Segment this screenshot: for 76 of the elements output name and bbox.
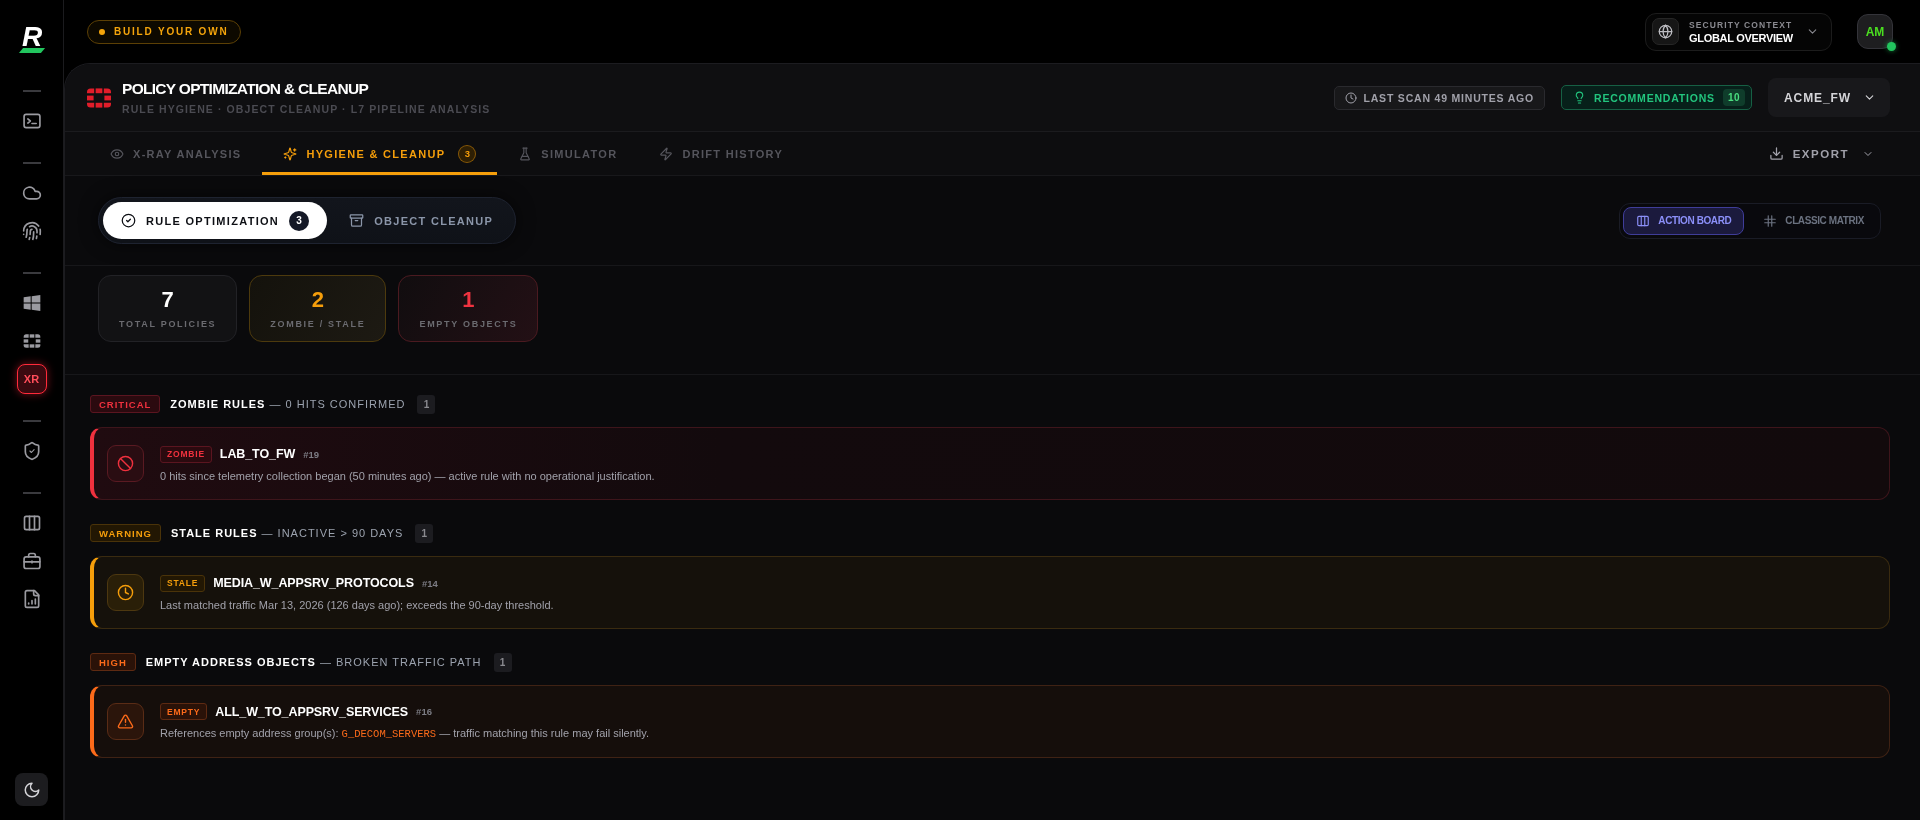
theme-toggle-button[interactable] xyxy=(15,773,48,806)
four-panes-icon xyxy=(21,293,42,313)
stat-value: 7 xyxy=(161,288,174,311)
dot-icon xyxy=(99,28,105,35)
section-count: 1 xyxy=(417,394,436,414)
flask-icon xyxy=(518,146,533,161)
nav-item[interactable]: XR xyxy=(16,364,47,394)
stat-label: EMPTY OBJECTS xyxy=(419,318,518,329)
stat-value: 1 xyxy=(462,288,475,311)
ban-icon xyxy=(107,445,144,482)
view-option[interactable]: ACTION BOARD xyxy=(1623,206,1745,235)
tab[interactable]: HYGIENE & CLEANUP 3 xyxy=(262,132,498,175)
eye-icon xyxy=(110,146,124,161)
circle-check-icon xyxy=(121,213,136,228)
severity-badge: CRITICAL xyxy=(90,395,161,413)
archive-box-icon xyxy=(349,213,365,228)
finding-description: Last matched traffic Mar 13, 2026 (126 days ago); exceeds the 90-day threshold. xyxy=(160,598,554,611)
columns-icon xyxy=(1636,213,1651,228)
lightbulb-icon xyxy=(1573,91,1586,104)
rule-name: LAB_TO_FW xyxy=(219,447,296,461)
section-title: ZOMBIE RULES — 0 HITS CONFIRMED xyxy=(170,398,406,410)
user-avatar[interactable]: AM xyxy=(1857,14,1893,49)
recommendations-button[interactable]: RECOMMENDATIONS 10 xyxy=(1561,85,1753,110)
brand-logo: R xyxy=(14,26,49,53)
briefcase-icon xyxy=(21,551,42,571)
hash-icon xyxy=(1763,213,1778,228)
section-count: 1 xyxy=(415,523,434,543)
recommendations-count: 10 xyxy=(1722,89,1746,106)
brick-grid-icon xyxy=(87,87,111,108)
terminal-icon xyxy=(21,111,42,131)
section-count: 1 xyxy=(493,652,512,672)
context-value: GLOBAL OVERVIEW xyxy=(1689,31,1793,44)
download-icon xyxy=(1768,146,1784,161)
lightning-icon xyxy=(659,146,674,161)
fingerprint-icon xyxy=(21,221,42,241)
globe-icon xyxy=(1652,18,1679,45)
rule-tag: STALE xyxy=(160,574,206,592)
build-your-own-button[interactable]: BUILD YOUR OWN xyxy=(87,19,242,44)
rule-number: #14 xyxy=(421,577,438,589)
mode-option[interactable]: RULE OPTIMIZATION 3 xyxy=(103,202,328,239)
finding-card[interactable]: ZOMBIE LAB_TO_FW #19 0 hits since telemetry collection began (50 minutes ago) — active rule with no operational justification. xyxy=(90,427,1890,500)
sparkles-icon xyxy=(283,146,298,161)
last-scan-text: LAST SCAN 49 MINUTES AGO xyxy=(1363,91,1534,104)
mode-count: 3 xyxy=(289,210,310,231)
page-subtitle: RULE HYGIENE · OBJECT CLEANUP · L7 PIPELINE ANALYSIS xyxy=(122,103,491,115)
columns-icon xyxy=(21,513,42,533)
cloud-icon xyxy=(21,183,42,203)
page-title: POLICY OPTIMIZATION & CLEANUP xyxy=(122,80,370,98)
finding-description: 0 hits since telemetry collection began (50 minutes ago) — active rule with no operational justification. xyxy=(160,469,655,482)
section-title: EMPTY ADDRESS OBJECTS — BROKEN TRAFFIC PATH xyxy=(145,656,482,668)
stat-value: 2 xyxy=(311,288,324,311)
tab-count: 3 xyxy=(458,144,477,163)
rule-number: #19 xyxy=(303,448,319,460)
context-label: SECURITY CONTEXT xyxy=(1689,19,1793,30)
moon-icon xyxy=(22,780,41,799)
clock-icon xyxy=(107,574,144,611)
severity-badge: WARNING xyxy=(90,524,161,542)
finding-description: References empty address group(s): G_DECOM_SERVERS — traffic matching this rule may fail silently. xyxy=(160,727,650,740)
rule-tag: ZOMBIE xyxy=(160,445,212,463)
device-selector[interactable]: ACME_FW xyxy=(1768,78,1890,117)
segmented-square-icon xyxy=(21,331,42,351)
security-context-selector[interactable]: SECURITY CONTEXT GLOBAL OVERVIEW xyxy=(1645,12,1832,51)
rule-name: MEDIA_W_APPSRV_PROTOCOLS xyxy=(213,576,414,590)
stat-label: TOTAL POLICIES xyxy=(119,318,217,329)
rule-tag: EMPTY xyxy=(160,703,208,720)
clock-icon xyxy=(1344,91,1357,104)
view-option[interactable]: CLASSIC MATRIX xyxy=(1750,206,1877,235)
section-title: STALE RULES — INACTIVE > 90 DAYS xyxy=(170,527,404,539)
severity-badge: HIGH xyxy=(90,653,136,671)
rule-name: ALL_W_TO_APPSRV_SERVICES xyxy=(215,704,409,719)
finding-card[interactable]: EMPTY ALL_W_TO_APPSRV_SERVICES #16 References empty address group(s): G_DECOM_SERVERS — traffic matching this rule may fail silently. xyxy=(90,685,1890,758)
stat-label: ZOMBIE / STALE xyxy=(270,318,366,329)
finding-card[interactable]: STALE MEDIA_W_APPSRV_PROTOCOLS #14 Last matched traffic Mar 13, 2026 (126 days ago); exceeds the 90-day threshold. xyxy=(90,556,1890,629)
export-button[interactable]: EXPORT xyxy=(1768,132,1874,175)
mode-option[interactable]: OBJECT CLEANUP xyxy=(331,202,512,239)
rule-number: #16 xyxy=(416,706,432,717)
